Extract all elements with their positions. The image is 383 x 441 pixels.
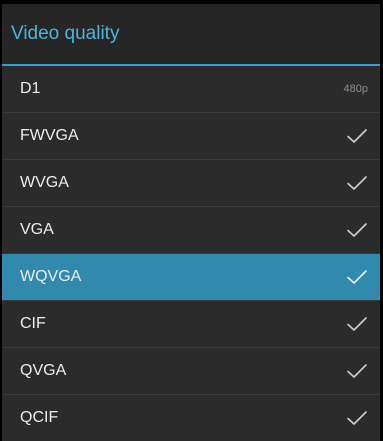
option-label: VGA xyxy=(20,221,54,238)
option-fwvga[interactable]: FWVGA xyxy=(2,113,380,160)
option-cif[interactable]: CIF xyxy=(2,301,380,348)
option-label: CIF xyxy=(20,315,46,332)
option-wvga[interactable]: WVGA xyxy=(2,160,380,207)
option-label: WQVGA xyxy=(20,268,82,285)
dialog-title: Video quality xyxy=(2,4,380,66)
video-quality-dialog: Video quality D1 480p FWVGA WVGA VGA WQV… xyxy=(2,4,380,441)
option-label: QCIF xyxy=(20,409,59,426)
option-qvga[interactable]: QVGA xyxy=(2,348,380,395)
checkmark-icon xyxy=(347,223,367,237)
option-label: D1 xyxy=(20,80,41,97)
checkmark-icon xyxy=(347,176,367,190)
resolution-tag: 480p xyxy=(343,83,368,95)
option-d1[interactable]: D1 480p xyxy=(2,66,380,113)
option-qcif[interactable]: QCIF xyxy=(2,395,380,441)
checkmark-icon xyxy=(347,364,367,378)
video-quality-options: D1 480p FWVGA WVGA VGA WQVGA CIF QVGA QC… xyxy=(2,66,380,441)
option-label: WVGA xyxy=(20,174,69,191)
option-wqvga[interactable]: WQVGA xyxy=(2,254,380,301)
checkmark-icon xyxy=(347,411,367,425)
checkmark-icon xyxy=(347,270,367,284)
checkmark-icon xyxy=(347,317,367,331)
option-vga[interactable]: VGA xyxy=(2,207,380,254)
option-label: QVGA xyxy=(20,362,67,379)
option-label: FWVGA xyxy=(20,127,79,144)
checkmark-icon xyxy=(347,129,367,143)
